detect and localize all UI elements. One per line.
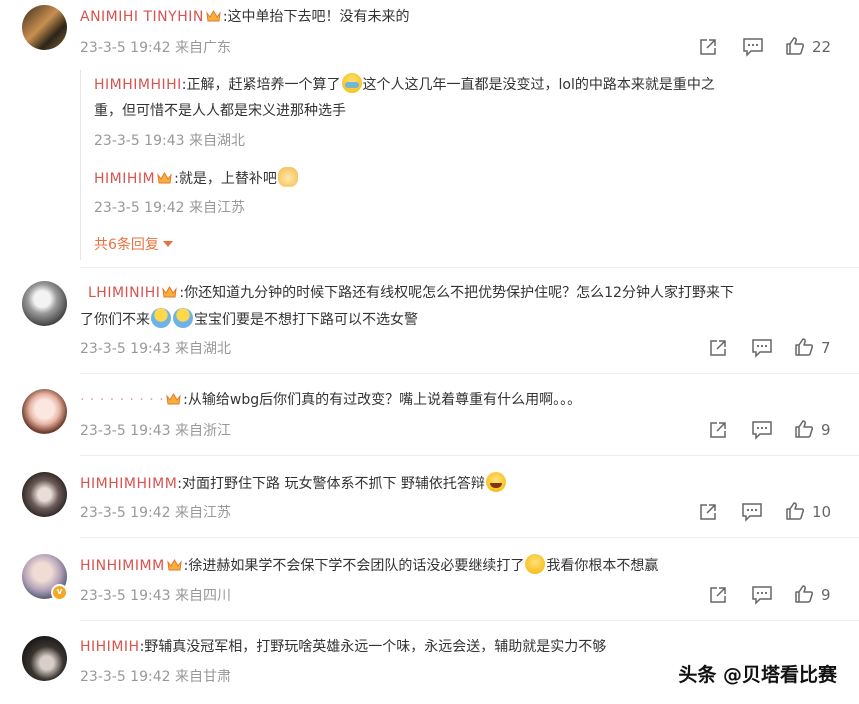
comment-meta: 23-3-5 19:42 来自甘肃 xyxy=(80,669,231,685)
comment-icon xyxy=(742,503,762,522)
comment-icon xyxy=(752,339,772,358)
share-icon xyxy=(710,587,726,603)
like-button[interactable] xyxy=(794,337,814,357)
share-button[interactable] xyxy=(708,338,728,358)
comment-text: :从输给wbg后你们真的有过改变？嘴上说着尊重有什么用啊。。。 xyxy=(183,392,582,408)
divider xyxy=(80,267,859,268)
share-button[interactable] xyxy=(708,585,728,605)
comment-icon xyxy=(752,586,772,605)
crown-badge-icon xyxy=(162,286,178,298)
hug-emoji-icon xyxy=(173,308,193,328)
share-button[interactable] xyxy=(698,37,718,57)
avatar[interactable] xyxy=(22,389,67,434)
more-replies-label: 共6条回复 xyxy=(94,237,159,253)
like-count: 9 xyxy=(821,586,831,604)
like-icon xyxy=(786,37,805,55)
username[interactable]: · · · · · · · · · xyxy=(80,392,164,408)
like-icon xyxy=(795,585,814,603)
like-icon xyxy=(786,502,805,520)
more-replies-link[interactable]: 共6条回复 xyxy=(94,234,173,256)
comment-meta: 23-3-5 19:43 来自湖北 xyxy=(80,341,231,357)
comment-icon xyxy=(752,421,772,440)
share-icon xyxy=(710,422,726,438)
comment-meta: 23-3-5 19:43 来自四川 xyxy=(80,588,231,604)
comment-meta: 23-3-5 19:43 来自浙江 xyxy=(80,423,231,439)
reply-text: :就是，上替补吧 xyxy=(174,171,277,187)
comment-text: :野辅真没冠军相，打野玩啥英雄永远一个味，永远会送，辅助就是实力不够 xyxy=(139,639,607,655)
username[interactable]: HIMHIMHIHI xyxy=(94,77,182,93)
like-icon xyxy=(795,420,814,438)
comment-icon xyxy=(743,38,763,57)
share-button[interactable] xyxy=(698,502,718,522)
like-count: 22 xyxy=(812,38,832,56)
username[interactable]: HINHIMIMM xyxy=(80,558,165,574)
crown-badge-icon xyxy=(166,393,181,405)
avatar[interactable] xyxy=(22,5,67,50)
like-button[interactable] xyxy=(794,419,814,439)
like-button[interactable] xyxy=(794,584,814,604)
verified-badge-icon: v xyxy=(51,584,68,601)
comment-text: :徐进赫如果学不会保下学不会团队的话没必要继续打了 xyxy=(183,558,525,574)
hug-emoji-icon xyxy=(151,308,171,328)
dog-emoji-icon xyxy=(277,167,298,187)
comment-button[interactable] xyxy=(751,585,773,605)
avatar[interactable] xyxy=(22,281,67,326)
avatar[interactable] xyxy=(22,472,67,517)
crying-emoji-icon xyxy=(341,73,362,93)
like-count: 7 xyxy=(821,339,831,357)
share-icon xyxy=(710,340,726,356)
share-button[interactable] xyxy=(708,420,728,440)
like-icon xyxy=(795,338,814,356)
reply-text: 这个人这几年一直都是没变过，lol的中路本来就是重中之 xyxy=(362,77,715,93)
comment-button[interactable] xyxy=(742,37,764,57)
comment-button[interactable] xyxy=(751,338,773,358)
like-button[interactable] xyxy=(785,36,805,56)
divider xyxy=(80,620,859,621)
reply-text: :正解，赶紧培养一个算了 xyxy=(181,77,341,93)
laughing-emoji-icon xyxy=(485,472,506,492)
watermark: 头条 @贝塔看比赛 xyxy=(678,664,837,686)
caret-down-icon xyxy=(162,241,173,247)
username[interactable]: HIMIHIM xyxy=(94,171,155,187)
crown-badge-icon xyxy=(166,559,182,571)
username[interactable]: LHIMINIHI xyxy=(88,285,160,301)
divider xyxy=(80,537,859,538)
share-icon xyxy=(700,39,716,55)
comment-button[interactable] xyxy=(741,502,763,522)
comment-button[interactable] xyxy=(751,420,773,440)
comment-text-continued: 宝宝们要是不想打下路可以不选女警 xyxy=(194,312,418,328)
comment-meta: 23-3-5 19:42 来自广东 xyxy=(80,40,231,56)
comment-text: 我看你根本不想赢 xyxy=(546,558,659,574)
like-count: 9 xyxy=(821,421,831,439)
avatar[interactable] xyxy=(22,636,67,681)
comment-meta: 23-3-5 19:42 来自江苏 xyxy=(80,505,231,521)
username[interactable]: ANIMIHI TINYHIN xyxy=(80,9,204,25)
reply-text-continued: 重，但可惜不是人人都是宋义进那种选手 xyxy=(94,103,346,119)
reply-meta: 23-3-5 19:43 来自湖北 xyxy=(94,133,245,149)
comment-text: :这中单抬下去吧！没有未来的 xyxy=(222,9,410,25)
reply-thread-line xyxy=(80,70,81,260)
comment-text: :对面打野住下路 玩女警体系不抓下 野辅依托答辩 xyxy=(177,476,485,492)
share-icon xyxy=(700,504,716,520)
divider xyxy=(80,455,859,456)
crown-badge-icon xyxy=(206,10,221,22)
like-count: 10 xyxy=(812,503,832,521)
like-button[interactable] xyxy=(785,501,805,521)
crown-badge-icon xyxy=(157,172,172,184)
username[interactable]: HIHIMIH xyxy=(80,639,140,655)
comment-text-continued: 了你们不来 xyxy=(80,312,150,328)
username[interactable]: HIMHIMHIMM xyxy=(80,476,177,492)
reply-meta: 23-3-5 19:42 来自江苏 xyxy=(94,200,245,216)
smile-emoji-icon xyxy=(525,554,546,574)
comment-text: :你还知道九分钟的时候下路还有线权呢怎么不把优势保护住呢？怎么12分钟人家打野来… xyxy=(179,285,734,301)
divider xyxy=(80,373,859,374)
